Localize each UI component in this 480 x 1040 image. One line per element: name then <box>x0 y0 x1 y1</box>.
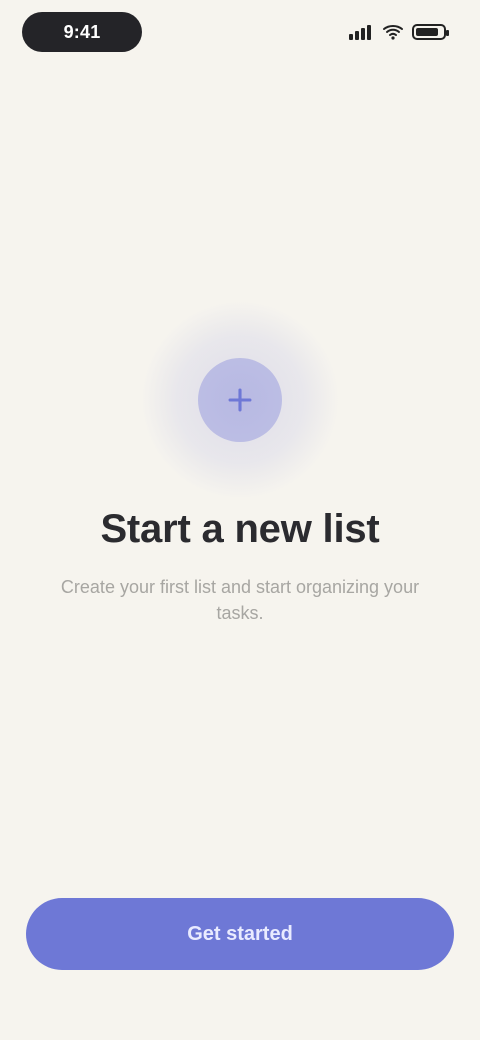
get-started-button[interactable]: Get started <box>26 898 454 970</box>
battery-shell <box>412 24 449 40</box>
wifi-icon <box>382 23 404 41</box>
status-time: 9:41 <box>63 21 101 42</box>
add-icon <box>198 358 282 442</box>
empty-state-title: Start a new list <box>100 507 380 551</box>
battery-fill <box>416 28 438 36</box>
status-time-pill: 9:41 <box>22 12 142 52</box>
empty-state-subtitle: Create your first list and start organiz… <box>60 577 420 624</box>
status-icons <box>346 20 449 44</box>
battery-icon <box>412 23 449 41</box>
app-screen: 9:41 Start a new list Create your first … <box>0 0 480 1040</box>
empty-state: Start a new list Create your first list … <box>0 300 480 626</box>
empty-state-illustration <box>140 300 340 500</box>
status-bar: 9:41 <box>0 0 480 64</box>
signal-icon <box>348 23 374 41</box>
